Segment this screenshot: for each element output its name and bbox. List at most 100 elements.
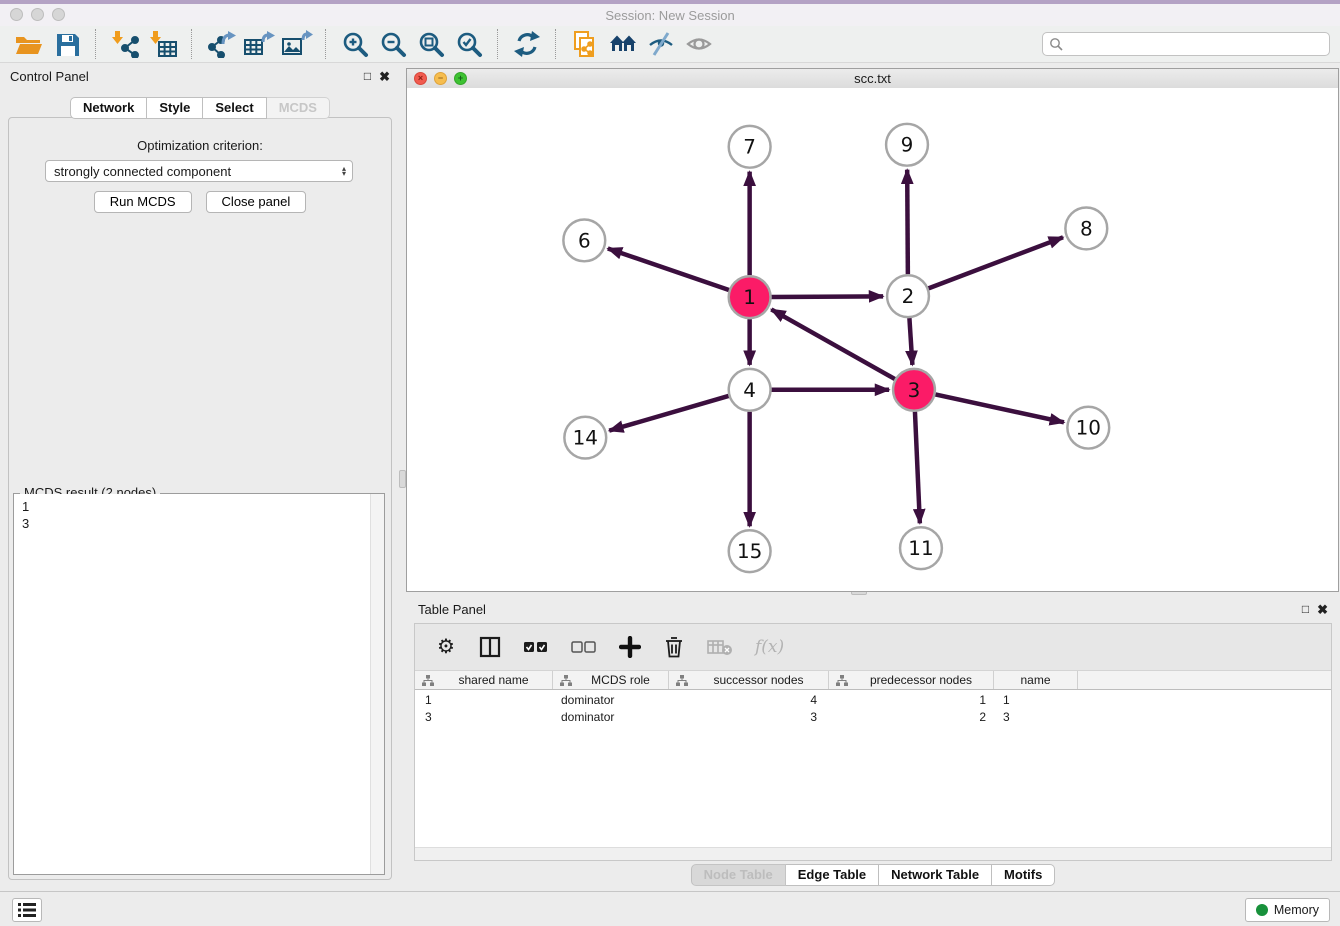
- optimization-criterion-label: Optimization criterion:: [9, 138, 391, 153]
- search-icon: [1049, 37, 1063, 51]
- deselect-all-columns-icon[interactable]: [571, 634, 597, 660]
- apply-layout-icon[interactable]: [508, 28, 546, 60]
- criterion-dropdown[interactable]: strongly connected component ▴▾: [45, 160, 353, 182]
- list-icon: [16, 900, 38, 920]
- tab-network-table[interactable]: Network Table: [879, 864, 992, 886]
- cell-successor-nodes: 3: [669, 708, 829, 725]
- network-window-titlebar[interactable]: scc.txt × − +: [407, 69, 1338, 89]
- import-table-icon[interactable]: [144, 28, 182, 60]
- float-panel-icon[interactable]: □: [364, 70, 371, 82]
- graph-edge-3-11[interactable]: [915, 412, 920, 524]
- os-titlebar: Session: New Session: [0, 4, 1340, 27]
- show-task-history-button[interactable]: [12, 898, 42, 922]
- graph-node-label-10: 10: [1076, 417, 1101, 440]
- zoom-fit-icon[interactable]: [412, 28, 450, 60]
- memory-button[interactable]: Memory: [1245, 898, 1330, 922]
- graph-edge-3-10[interactable]: [935, 394, 1064, 422]
- column-header-name[interactable]: name: [994, 671, 1078, 689]
- network-graph[interactable]: 7968124314101511: [407, 88, 1338, 591]
- result-scrollbar[interactable]: [370, 494, 384, 874]
- apply-function-icon[interactable]: f(x): [755, 634, 784, 660]
- minimize-window-button[interactable]: [31, 8, 44, 21]
- toolbar-separator: [95, 29, 97, 59]
- graph-node-label-14: 14: [573, 427, 598, 450]
- show-all-networks-icon[interactable]: [604, 28, 642, 60]
- select-all-columns-icon[interactable]: [523, 634, 549, 660]
- cell-name: 1: [994, 691, 1078, 708]
- export-table-icon[interactable]: [240, 28, 278, 60]
- hide-selected-icon[interactable]: [642, 28, 680, 60]
- memory-status-icon: [1256, 904, 1268, 916]
- run-mcds-button[interactable]: Run MCDS: [94, 191, 192, 213]
- mcds-panel: Optimization criterion: strongly connect…: [8, 117, 392, 880]
- cell-shared-name: 3: [415, 708, 553, 725]
- control-panel-tabs: Network Style Select MCDS: [0, 97, 400, 119]
- open-session-icon[interactable]: [10, 28, 48, 60]
- graph-edge-1-2[interactable]: [772, 296, 884, 297]
- column-settings-icon[interactable]: ⚙: [435, 634, 457, 660]
- zoom-selected-icon[interactable]: [450, 28, 488, 60]
- cell-mcds-role: dominator: [553, 708, 669, 725]
- graph-edge-2-9[interactable]: [907, 170, 908, 275]
- toolbar-separator: [191, 29, 193, 59]
- control-panel-header: Control Panel □ ✖: [0, 63, 400, 89]
- float-table-panel-icon[interactable]: □: [1302, 603, 1309, 615]
- zoom-out-icon[interactable]: [374, 28, 412, 60]
- column-header-predecessor-nodes[interactable]: predecessor nodes: [829, 671, 994, 689]
- shared-column-icon: [421, 674, 435, 687]
- table-row[interactable]: 3 dominator 3 2 3: [415, 708, 1331, 725]
- network-close-icon[interactable]: ×: [414, 72, 427, 85]
- session-title: Session: New Session: [605, 8, 734, 23]
- network-canvas[interactable]: 7968124314101511: [407, 88, 1338, 591]
- table-row[interactable]: 1 dominator 4 1 1: [415, 691, 1331, 708]
- mcds-result-list[interactable]: 1 3: [14, 494, 384, 874]
- table-horizontal-scrollbar[interactable]: [415, 847, 1331, 860]
- column-header-shared-name[interactable]: shared name: [415, 671, 553, 689]
- search-field[interactable]: [1042, 32, 1330, 56]
- tab-style[interactable]: Style: [147, 97, 203, 119]
- memory-label: Memory: [1274, 903, 1319, 917]
- window-controls: [10, 8, 65, 21]
- tab-edge-table[interactable]: Edge Table: [786, 864, 879, 886]
- close-table-panel-icon[interactable]: ✖: [1317, 603, 1328, 616]
- save-session-icon[interactable]: [48, 28, 86, 60]
- graph-edge-4-14[interactable]: [609, 396, 728, 431]
- export-network-icon[interactable]: [202, 28, 240, 60]
- export-image-icon[interactable]: [278, 28, 316, 60]
- control-panel-title: Control Panel: [10, 69, 89, 84]
- graph-node-label-4: 4: [743, 379, 756, 402]
- network-minimize-icon[interactable]: −: [434, 72, 447, 85]
- delete-columns-icon[interactable]: [663, 634, 685, 660]
- column-header-successor-nodes[interactable]: successor nodes: [669, 671, 829, 689]
- delete-table-icon[interactable]: [707, 634, 733, 660]
- close-panel-button[interactable]: Close panel: [206, 191, 307, 213]
- split-view-icon[interactable]: [479, 634, 501, 660]
- tab-select[interactable]: Select: [203, 97, 266, 119]
- show-hidden-icon[interactable]: [680, 28, 718, 60]
- graph-edge-2-3[interactable]: [909, 318, 912, 365]
- duplicate-network-icon[interactable]: [566, 28, 604, 60]
- dropdown-stepper-icon: ▴▾: [342, 166, 346, 176]
- network-maximize-icon[interactable]: +: [454, 72, 467, 85]
- import-network-icon[interactable]: [106, 28, 144, 60]
- cell-mcds-role: dominator: [553, 691, 669, 708]
- graph-edge-1-6[interactable]: [608, 248, 729, 290]
- tab-network[interactable]: Network: [70, 97, 147, 119]
- vertical-splitter-handle[interactable]: [399, 470, 406, 488]
- search-input[interactable]: [1067, 36, 1323, 52]
- node-table: ⚙ f(x): [414, 623, 1332, 861]
- close-window-button[interactable]: [10, 8, 23, 21]
- graph-node-label-8: 8: [1080, 217, 1093, 240]
- column-header-mcds-role[interactable]: MCDS role: [553, 671, 669, 689]
- tab-motifs[interactable]: Motifs: [992, 864, 1055, 886]
- tab-node-table[interactable]: Node Table: [691, 864, 786, 886]
- graph-edge-2-8[interactable]: [928, 237, 1063, 288]
- close-panel-icon[interactable]: ✖: [379, 70, 390, 83]
- graph-edge-3-1[interactable]: [771, 309, 895, 379]
- maximize-window-button[interactable]: [52, 8, 65, 21]
- add-column-icon[interactable]: [619, 634, 641, 660]
- graph-node-label-1: 1: [743, 286, 756, 309]
- main-toolbar: [0, 26, 1340, 63]
- tab-mcds[interactable]: MCDS: [267, 97, 330, 119]
- zoom-in-icon[interactable]: [336, 28, 374, 60]
